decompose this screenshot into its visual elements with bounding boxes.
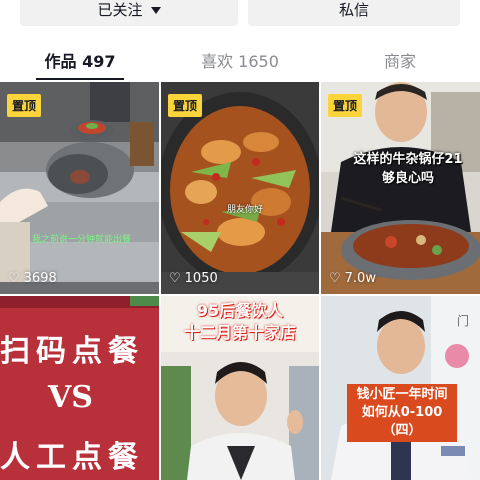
active-tab-indicator — [36, 78, 124, 80]
pinned-badge: 置顶 — [328, 94, 363, 117]
heart-icon: ♡ — [329, 271, 341, 286]
video-title: 这样的牛杂锅仔21 够良心吗 — [341, 150, 475, 188]
like-count: ♡ 1050 — [169, 271, 218, 286]
video-subtitle: 我之前说一分钟就能出餐 — [32, 235, 132, 245]
like-count-value: 3698 — [23, 271, 57, 286]
caret-down-icon — [150, 6, 161, 14]
like-count-value: 7.0w — [344, 271, 376, 286]
video-title-line: 扫码点餐 — [0, 334, 144, 369]
video-title: 95后餐饮人 十二月第十家店 — [161, 300, 319, 344]
followed-button[interactable]: 已关注 — [20, 0, 238, 26]
like-count-value: 1050 — [184, 271, 218, 286]
video-title-line: 如何从0-100（四） — [361, 405, 443, 438]
video-thumbnail[interactable]: 置顶 这样的牛杂锅仔21 够良心吗 ♡ 7.0w — [321, 82, 480, 294]
video-thumbnail[interactable]: 扫码点餐 VS 人工点餐 — [0, 296, 159, 480]
video-title-line: 这样的牛杂锅仔21 — [353, 152, 463, 167]
video-title-line: 95后餐饮人 — [196, 301, 284, 320]
video-subtitle: 朋友你好 — [227, 205, 264, 215]
tab-merchant[interactable]: 商家 — [320, 48, 480, 72]
profile-tabs: 作品 497 喜欢 1650 商家 — [0, 40, 480, 82]
profile-action-bar: 已关注 私信 — [0, 0, 480, 30]
shop-sign-text: 门 — [457, 314, 470, 328]
video-title-line: 人工点餐 — [0, 440, 144, 475]
like-count: ♡ 7.0w — [329, 271, 376, 286]
message-button[interactable]: 私信 — [248, 0, 460, 26]
video-title-vs: VS — [48, 380, 93, 415]
message-label: 私信 — [338, 0, 369, 19]
video-thumbnail[interactable]: 95后餐饮人 十二月第十家店 — [161, 296, 319, 480]
video-title-line: 十二月第十家店 — [183, 323, 296, 342]
like-count: ♡ 3698 — [8, 271, 57, 286]
tab-works[interactable]: 作品 497 — [0, 48, 160, 72]
heart-icon: ♡ — [8, 271, 20, 286]
video-thumbnail[interactable]: 置顶 我之前说一分钟就能出餐 ♡ 3698 — [0, 82, 159, 294]
tab-likes[interactable]: 喜欢 1650 — [160, 48, 320, 72]
heart-icon: ♡ — [169, 271, 181, 286]
followed-label: 已关注 — [97, 0, 143, 19]
video-grid: 置顶 我之前说一分钟就能出餐 ♡ 3698 置顶 朋友你好 ♡ 1050 置顶 … — [0, 82, 480, 480]
video-title-line: 钱小匠一年时间 — [356, 387, 448, 402]
pinned-badge: 置顶 — [168, 94, 203, 117]
video-title: 钱小匠一年时间 如何从0-100（四） — [347, 384, 457, 442]
pinned-badge: 置顶 — [7, 94, 42, 117]
video-thumbnail[interactable]: 门 钱小匠一年时间 如何从0-100（四） — [321, 296, 480, 480]
video-thumbnail[interactable]: 置顶 朋友你好 ♡ 1050 — [161, 82, 319, 294]
video-title-line: 够良心吗 — [381, 171, 434, 186]
